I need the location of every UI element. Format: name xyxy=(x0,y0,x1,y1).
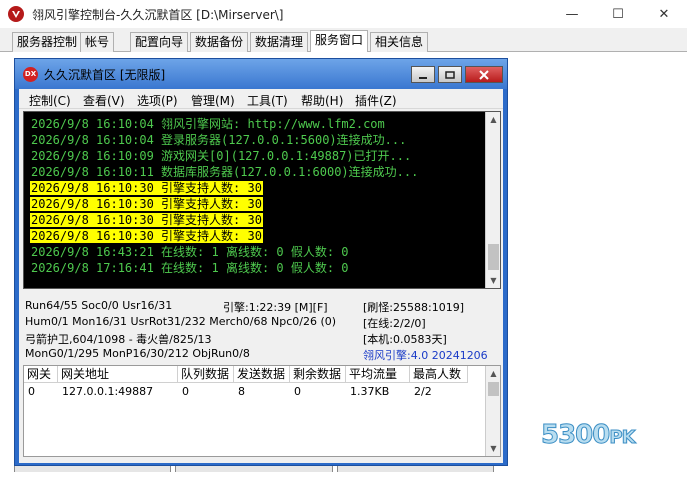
table-cell: 0 xyxy=(28,385,35,398)
table-cell: 127.0.0.1:49887 xyxy=(62,385,154,398)
menu-control[interactable]: 控制(C) xyxy=(29,92,71,109)
menu-tools[interactable]: 工具(T) xyxy=(247,92,288,109)
tab-data-backup[interactable]: 数据备份 xyxy=(190,32,249,52)
menu-view[interactable]: 查看(V) xyxy=(83,92,125,109)
restore-icon xyxy=(445,70,455,79)
server-window-title: 久久沉默首区 [无限版] xyxy=(44,67,166,82)
log-line-text: 2026/9/8 16:10:30 引擎支持人数: 30 xyxy=(30,213,263,227)
log-line: 2026/9/8 16:10:30 引擎支持人数: 30 xyxy=(30,180,480,196)
table-cell: 1.37KB xyxy=(350,385,390,398)
table-scrollbar[interactable]: ▲ ▼ xyxy=(485,366,500,456)
server-restore-button[interactable] xyxy=(438,66,462,83)
close-button[interactable]: ✕ xyxy=(641,0,687,28)
log-line: 2026/9/8 16:10:30 引擎支持人数: 30 xyxy=(30,196,480,212)
status-area: Run64/55 Soc0/0 Usr16/31 引擎:1:22:39 [M][… xyxy=(23,293,501,363)
log-lines: 2026/9/8 16:10:04 翎风引擎网站: http://www.lfm… xyxy=(30,116,480,276)
menu-manage[interactable]: 管理(M) xyxy=(191,92,235,109)
column-header[interactable]: 发送数据 xyxy=(234,366,290,383)
log-line-text: 2026/9/8 16:10:30 引擎支持人数: 30 xyxy=(30,229,263,243)
minimize-button[interactable]: — xyxy=(549,0,595,28)
log-line: 2026/9/8 16:10:04 登录服务器(127.0.0.1:5600)连… xyxy=(30,132,480,148)
log-line: 2026/9/8 16:10:30 引擎支持人数: 30 xyxy=(30,228,480,244)
server-window-icon: DX xyxy=(23,66,38,82)
table-cell: 8 xyxy=(238,385,245,398)
column-header[interactable]: 平均流量 xyxy=(346,366,410,383)
tab-related-info[interactable]: 相关信息 xyxy=(370,32,429,52)
log-line-text: 2026/9/8 16:10:30 引擎支持人数: 30 xyxy=(30,197,263,211)
status-hum: Hum0/1 Mon16/31 UsrRot31/232 Merch0/68 N… xyxy=(25,315,337,328)
menu-bar: 控制(C) 查看(V) 选项(P) 管理(M) 工具(T) 帮助(H) 插件(Z… xyxy=(19,89,503,109)
table-cell: 0 xyxy=(182,385,189,398)
log-line-text: 2026/9/8 17:16:41 在线数: 1 离线数: 0 假人数: 0 xyxy=(31,261,349,275)
status-engine-uptime: 引擎:1:22:39 [M][F] xyxy=(223,301,328,314)
watermark-main: 5300 xyxy=(540,420,610,451)
main-tab-strip: 服务器控制 帐号 配置向导 数据备份 数据清理 服务窗口 相关信息 xyxy=(0,30,687,53)
close-icon xyxy=(479,69,489,80)
log-line-text: 2026/9/8 16:10:11 数据库服务器(127.0.0.1:6000)… xyxy=(31,165,419,179)
window-title: 翎风引擎控制台-久久沉默首区 [D:\Mirserver\] xyxy=(32,7,284,22)
table-scroll-thumb[interactable] xyxy=(488,382,499,396)
table-cell: 0 xyxy=(294,385,301,398)
column-header[interactable]: 网关地址 xyxy=(58,366,178,383)
status-version: 翎风引擎:4.0 20241206 xyxy=(363,349,488,362)
watermark-logo: 5300PK xyxy=(540,420,636,451)
status-player: 弓箭护卫,604/1098 - 毒火兽/825/13 xyxy=(25,333,212,346)
tab-config-wizard[interactable]: 配置向导 xyxy=(130,32,189,52)
status-mongo: MonG0/1/295 MonP16/30/212 ObjRun0/8 xyxy=(25,347,250,360)
status-run: Run64/55 Soc0/0 Usr16/31 xyxy=(25,299,173,312)
log-line-text: 2026/9/8 16:43:21 在线数: 1 离线数: 0 假人数: 0 xyxy=(31,245,349,259)
tab-server-control[interactable]: 服务器控制 xyxy=(12,32,83,52)
menu-help[interactable]: 帮助(H) xyxy=(301,92,343,109)
log-scrollbar[interactable]: ▲ ▼ xyxy=(485,112,500,288)
server-minimize-button[interactable] xyxy=(411,66,435,83)
table-header: 网关 网关地址 队列数据 发送数据 剩余数据 平均流量 最高人数 xyxy=(24,366,468,383)
table-row[interactable]: 0 127.0.0.1:49887 0 8 0 1.37KB 2/2 xyxy=(24,384,468,400)
scroll-up-icon[interactable]: ▲ xyxy=(486,366,501,381)
log-line-text: 2026/9/8 16:10:09 游戏网关[0](127.0.0.1:4988… xyxy=(31,149,412,163)
gateway-table[interactable]: 网关 网关地址 队列数据 发送数据 剩余数据 平均流量 最高人数 0 127.0… xyxy=(23,365,501,457)
menu-options[interactable]: 选项(P) xyxy=(137,92,178,109)
tab-service-window[interactable]: 服务窗口 xyxy=(310,30,369,53)
maximize-button[interactable]: ☐ xyxy=(595,0,641,28)
server-close-button[interactable] xyxy=(465,66,503,83)
column-header[interactable]: 最高人数 xyxy=(410,366,468,383)
tab-account[interactable]: 帐号 xyxy=(80,32,115,52)
log-line: 2026/9/8 16:10:09 游戏网关[0](127.0.0.1:4988… xyxy=(30,148,480,164)
column-header[interactable]: 网关 xyxy=(24,366,58,383)
app-logo-icon xyxy=(8,6,24,22)
server-window: DX 久久沉默首区 [无限版] 控制(C) 查看(V) 选项(P) 管理(M) … xyxy=(14,58,508,466)
log-console[interactable]: 2026/9/8 16:10:04 翎风引擎网站: http://www.lfm… xyxy=(23,111,501,289)
server-window-body: 控制(C) 查看(V) 选项(P) 管理(M) 工具(T) 帮助(H) 插件(Z… xyxy=(19,89,503,463)
log-line: 2026/9/8 16:10:04 翎风引擎网站: http://www.lfm… xyxy=(30,116,480,132)
menu-plugins[interactable]: 插件(Z) xyxy=(355,92,397,109)
status-online: [在线:2/2/0] xyxy=(363,317,426,330)
scroll-up-icon[interactable]: ▲ xyxy=(486,112,501,127)
minimize-icon xyxy=(419,76,427,79)
status-refresh: [刷怪:25588:1019] xyxy=(363,301,464,314)
log-line-text: 2026/9/8 16:10:04 登录服务器(127.0.0.1:5600)连… xyxy=(31,133,407,147)
log-line: 2026/9/8 16:10:11 数据库服务器(127.0.0.1:6000)… xyxy=(30,164,480,180)
log-line: 2026/9/8 16:43:21 在线数: 1 离线数: 0 假人数: 0 xyxy=(30,244,480,260)
column-header[interactable]: 队列数据 xyxy=(178,366,234,383)
table-cell: 2/2 xyxy=(414,385,432,398)
log-line-text: 2026/9/8 16:10:30 引擎支持人数: 30 xyxy=(30,181,263,195)
tab-data-cleanup[interactable]: 数据清理 xyxy=(250,32,309,52)
log-line-text: 2026/9/8 16:10:04 翎风引擎网站: http://www.lfm… xyxy=(31,117,385,131)
scroll-down-icon[interactable]: ▼ xyxy=(486,441,501,456)
log-scroll-thumb[interactable] xyxy=(488,244,499,270)
window-titlebar[interactable]: 翎风引擎控制台-久久沉默首区 [D:\Mirserver\] — ☐ ✕ xyxy=(0,0,687,28)
status-machine: [本机:0.0583天] xyxy=(363,333,447,346)
log-line: 2026/9/8 17:16:41 在线数: 1 离线数: 0 假人数: 0 xyxy=(30,260,480,276)
scroll-down-icon[interactable]: ▼ xyxy=(486,273,501,288)
column-header[interactable]: 剩余数据 xyxy=(290,366,346,383)
log-line: 2026/9/8 16:10:30 引擎支持人数: 30 xyxy=(30,212,480,228)
server-window-titlebar[interactable]: DX 久久沉默首区 [无限版] xyxy=(15,59,507,89)
watermark-suffix: PK xyxy=(609,427,636,449)
